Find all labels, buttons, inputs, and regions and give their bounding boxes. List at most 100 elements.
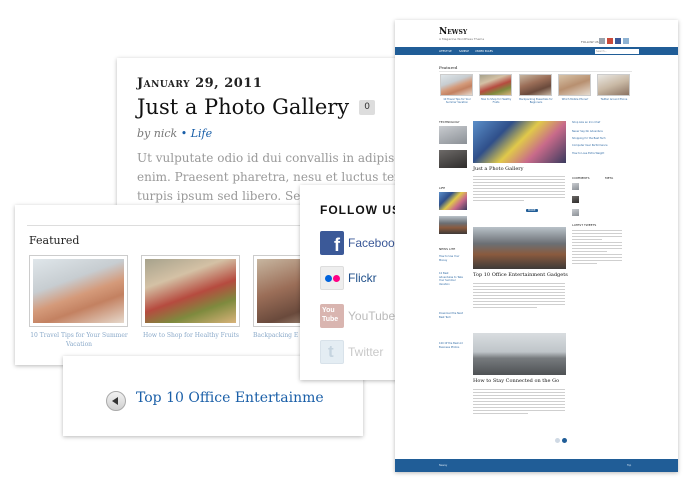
preview-featured-heading: Featured <box>439 65 458 70</box>
pagination-dot-active[interactable] <box>562 438 567 443</box>
previous-post-link[interactable]: Top 10 Office Entertainme <box>136 390 324 406</box>
previous-arrow-icon[interactable] <box>106 391 126 411</box>
featured-photo <box>145 259 236 323</box>
right-sidebar-link[interactable]: Shop Like an Iron Chef <box>572 121 612 125</box>
follow-label: Flickr <box>348 271 377 285</box>
featured-photo <box>33 259 124 323</box>
follow-flickr[interactable]: Flickr <box>320 265 377 291</box>
sidebar-link[interactable]: Download the Next Best Tech <box>439 312 463 319</box>
right-sidebar-link[interactable]: How to Lose Extra Weight <box>572 152 612 156</box>
article-excerpt <box>473 176 565 203</box>
header-follow-text: FOLLOW US: <box>581 40 600 44</box>
more-button[interactable]: MORE <box>526 209 538 212</box>
section-label: LIFE <box>439 186 446 190</box>
preview-featured-caption[interactable]: How to Shop for Healthy Fruits <box>479 98 513 104</box>
post-title-row: Just a Photo Gallery 0 <box>137 95 417 119</box>
featured-heading: Featured <box>29 234 80 247</box>
byline-separator: • <box>180 127 188 140</box>
post-category-link[interactable]: Life <box>191 127 212 140</box>
article-title[interactable]: Top 10 Office Entertainment Gadgets <box>473 272 568 278</box>
rss-icon[interactable] <box>599 38 605 44</box>
header-social-icons <box>599 38 629 44</box>
featured-card: Featured 10 Travel Tips for Your Summer … <box>15 205 345 365</box>
facebook-icon <box>320 231 344 256</box>
follow-twitter[interactable]: Twitter <box>320 339 383 365</box>
right-sidebar-link[interactable]: Computer User Performance <box>572 144 612 148</box>
search-placeholder: Search... <box>596 49 607 53</box>
sidebar-link[interactable]: 10 Best Adventures to Take Your Summer V… <box>439 272 463 286</box>
sidebar-thumb[interactable] <box>439 192 467 210</box>
article-excerpt <box>473 389 565 416</box>
featured-caption[interactable]: 10 Travel Tips for Your Summer Vacation <box>29 331 129 349</box>
youtube-icon[interactable] <box>607 38 613 44</box>
article-image[interactable] <box>473 121 566 163</box>
comment-count-badge[interactable]: 0 <box>359 99 376 115</box>
meta-label: META <box>605 176 614 180</box>
more-label: MORE <box>528 209 536 212</box>
article-excerpt <box>473 283 565 310</box>
footer-top-link[interactable]: Top <box>627 464 631 467</box>
sidebar-thumb[interactable] <box>439 126 467 144</box>
follow-label: Twitter <box>348 345 384 359</box>
twitter-icon <box>320 340 344 364</box>
pagination-dot[interactable] <box>555 438 560 443</box>
preview-featured-thumb[interactable] <box>597 74 630 96</box>
nav-item[interactable]: UNDER PAGES <box>475 50 493 53</box>
article-title[interactable]: How to Stay Connected on the Go <box>473 378 559 384</box>
site-navbar: LIFESTYLE SAMPLE UNDER PAGES Search... <box>395 47 678 55</box>
excerpt-line: Ut vulputate odio id dui convallis in ad… <box>137 151 417 165</box>
sidebar-thumb[interactable] <box>439 150 467 168</box>
article-image[interactable] <box>473 333 566 375</box>
flickr-icon <box>320 266 344 290</box>
follow-us-heading: FOLLOW US <box>320 203 401 217</box>
site-tagline: A Magazine WordPress Theme <box>439 37 485 41</box>
site-footer: Newsy Top <box>395 459 678 472</box>
follow-label: Facebook <box>348 236 401 250</box>
divider <box>439 71 632 72</box>
preview-featured-caption[interactable]: Which Mobile Phone? <box>558 98 592 101</box>
footer-left-text: Newsy <box>439 464 448 467</box>
post-author[interactable]: by nick <box>137 127 177 140</box>
twitter-icon[interactable] <box>623 38 629 44</box>
sidebar-link[interactable]: 100 Of the Best Ad Business Photos <box>439 342 463 349</box>
right-sidebar-link[interactable]: Shopping for the Best Tech <box>572 137 612 141</box>
article-image[interactable] <box>473 227 566 269</box>
sidebar-link[interactable]: How to Use Your Money <box>439 255 463 262</box>
featured-thumb[interactable] <box>141 255 240 327</box>
tweets-list <box>572 230 622 266</box>
section-label: TECHNOLOGY <box>439 120 460 124</box>
latest-tweets-label: LATEST TWEETS <box>572 223 597 227</box>
preview-featured-caption[interactable]: Backpacking Essentials for Beginners <box>519 98 553 104</box>
preview-featured-thumb[interactable] <box>440 74 473 96</box>
featured-divider <box>27 225 345 226</box>
article-title[interactable]: Just a Photo Gallery <box>473 166 524 172</box>
follow-facebook[interactable]: Facebook <box>320 230 401 256</box>
section-label: NEWS LITE <box>439 247 456 251</box>
featured-caption[interactable]: How to Shop for Healthy Fruits <box>141 331 241 340</box>
avatar[interactable] <box>572 196 579 203</box>
sidebar-thumb[interactable] <box>439 216 467 234</box>
site-preview: Newsy A Magazine WordPress Theme FOLLOW … <box>395 20 678 472</box>
featured-thumb[interactable] <box>29 255 128 327</box>
site-logo[interactable]: Newsy <box>439 27 467 37</box>
avatar[interactable] <box>572 183 579 190</box>
follow-label: YouTube <box>348 309 396 323</box>
post-date: January 29, 2011 <box>137 76 263 91</box>
preview-featured-thumb[interactable] <box>519 74 552 96</box>
avatar[interactable] <box>572 209 579 216</box>
post-byline: by nick • Life <box>137 127 417 140</box>
nav-item[interactable]: SAMPLE <box>459 50 469 53</box>
right-sidebar-link[interactable]: Never Say No Adventure <box>572 130 612 134</box>
preview-featured-thumb[interactable] <box>479 74 512 96</box>
search-input[interactable]: Search... <box>595 48 639 54</box>
post-title[interactable]: Just a Photo Gallery <box>137 95 349 119</box>
nav-item[interactable]: LIFESTYLE <box>439 50 452 53</box>
preview-featured-caption[interactable]: Twitter Around Phone <box>597 98 631 101</box>
youtube-icon <box>320 304 344 328</box>
follow-youtube[interactable]: You Tube <box>320 303 395 329</box>
preview-featured-thumb[interactable] <box>558 74 591 96</box>
follow-us-card: FOLLOW US Facebook Flickr YouTube Twitte… <box>300 185 410 380</box>
facebook-icon[interactable] <box>615 38 621 44</box>
comments-label: COMMENTS <box>572 176 590 180</box>
preview-featured-caption[interactable]: 10 Travel Tips for Your Summer Vacation <box>440 98 474 104</box>
